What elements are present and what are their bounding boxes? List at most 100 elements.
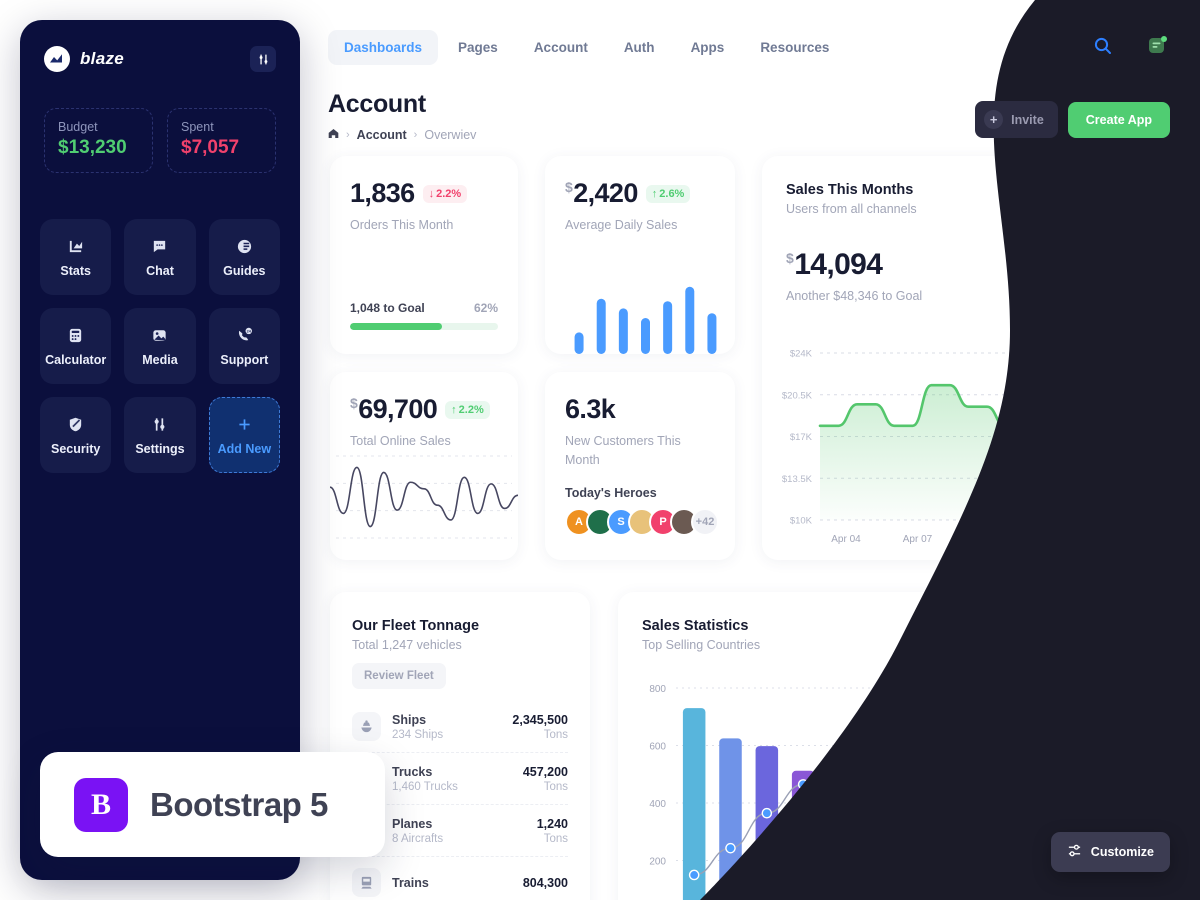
header-actions: + Invite Create App — [975, 101, 1170, 138]
plus-icon — [236, 415, 253, 435]
sidebar-item-label: Calculator — [45, 352, 107, 367]
sidebar-item-add-new[interactable]: Add New — [208, 397, 280, 473]
chat-bubble-icon — [151, 237, 168, 257]
sidebar-item-label: Security — [50, 441, 101, 456]
nav-item-dashboards[interactable]: Dashboards — [328, 30, 439, 65]
create-app-button[interactable]: Create App — [1067, 101, 1170, 138]
search-icon[interactable] — [1090, 33, 1116, 59]
brand[interactable]: blaze — [44, 46, 124, 72]
bootstrap-logo-icon: B — [74, 777, 128, 832]
sales-month-title: Sales This Months — [786, 182, 914, 198]
sliders-icon[interactable] — [250, 46, 276, 72]
breadcrumb-separator-2: › — [413, 129, 418, 141]
calculator-icon — [67, 326, 84, 346]
spent-box[interactable]: Spent $7,057 — [167, 108, 276, 173]
stats-title: Sales Statistics — [642, 618, 749, 634]
heroes-title: Today's Heroes — [565, 486, 657, 500]
sidebar-item-label: Guides — [223, 263, 266, 278]
table-row[interactable]: Ships 234 Ships 2,345,500 Tons — [352, 701, 568, 753]
sliders-icon — [151, 415, 168, 435]
customize-button[interactable]: Customize — [1050, 832, 1170, 872]
arrow-up-icon: ↑ — [651, 187, 658, 200]
svg-text:80%: 80% — [1124, 743, 1144, 754]
sidebar-item-guides[interactable]: Guides — [208, 219, 280, 295]
fleet-subtitle: Total 1,247 vehicles — [352, 638, 462, 652]
customers-value: 6.3k — [565, 394, 616, 424]
nav-item-pages[interactable]: Pages — [442, 30, 514, 65]
fleet-row-name: Trains — [392, 875, 429, 890]
nav-item-resources[interactable]: Resources — [744, 30, 845, 65]
average-daily-sales-sparkbars — [574, 286, 717, 354]
budget-value: $13,230 — [58, 137, 127, 158]
orders-label: Orders This Month — [350, 218, 454, 232]
ellipsis-icon[interactable]: ••• — [1130, 174, 1152, 196]
svg-text:Apr 13: Apr 13 — [1046, 534, 1076, 545]
orders-delta-badge: ↓ 2.2% — [422, 184, 468, 203]
fleet-row-count: 8 Aircrafts — [392, 832, 444, 845]
arrow-down-icon: ↓ — [428, 187, 435, 200]
svg-text:800: 800 — [649, 684, 666, 695]
svg-text:$10K: $10K — [790, 516, 813, 527]
svg-text:Apr 04: Apr 04 — [831, 534, 861, 545]
sidebar-item-security[interactable]: Security — [40, 397, 112, 473]
daily-value: 2,420 — [573, 178, 638, 208]
sales-this-months-area: $24K $20.5K $17K $13.5K $10K Apr 04 Apr 07 Apr … — [782, 349, 1156, 545]
sidebar-item-support[interactable]: 24 Support — [208, 308, 280, 384]
top-right-icons — [1090, 33, 1170, 59]
table-row[interactable]: Trains 804,300 — [352, 857, 568, 900]
home-icon[interactable] — [328, 128, 339, 142]
dashboard-root: Dashboards Pages Account Auth Apps Resou… — [0, 0, 1200, 900]
invite-button[interactable]: + Invite — [975, 101, 1058, 138]
fleet-title: Our Fleet Tonnage — [352, 618, 480, 634]
sidebar-item-stats[interactable]: Stats — [40, 219, 112, 295]
sidebar-item-label: Support — [220, 352, 269, 367]
nav-item-auth[interactable]: Auth — [608, 30, 671, 65]
top-navigation: Dashboards Pages Account Auth Apps Resou… — [328, 30, 845, 65]
page-title: Account — [328, 90, 426, 118]
currency-symbol: $ — [565, 179, 573, 195]
sidebar-item-media[interactable]: Media — [124, 308, 196, 384]
sales-month-value: 14,094 — [794, 248, 883, 281]
nav-item-account[interactable]: Account — [518, 30, 604, 65]
card-sales-this-months: Sales This Months Users from all channel… — [762, 156, 1170, 560]
online-value: 69,700 — [358, 394, 438, 424]
sidebar-item-label: Media — [142, 352, 178, 367]
brand-name: blaze — [80, 49, 125, 68]
fleet-row-value: 2,345,500 — [512, 712, 568, 727]
bar-chart-icon — [67, 237, 84, 257]
customize-label: Customize — [1090, 845, 1154, 859]
orders-delta-value: 2.2% — [436, 187, 462, 200]
daily-delta-badge: ↑ 2.6% — [645, 184, 691, 203]
breadcrumb: › Account › Overwiev — [328, 128, 476, 142]
ellipsis-icon[interactable]: ••• — [1130, 610, 1152, 632]
nav-item-apps[interactable]: Apps — [675, 30, 741, 65]
sidebar-item-calculator[interactable]: Calculator — [40, 308, 112, 384]
online-value-wrap: $69,700 — [350, 394, 438, 424]
daily-delta-value: 2.6% — [659, 187, 685, 200]
sliders-icon — [1067, 843, 1082, 861]
svg-text:Apr 07: Apr 07 — [903, 534, 933, 545]
svg-text:Apr 10: Apr 10 — [974, 534, 1004, 545]
svg-text:60%: 60% — [1124, 784, 1144, 795]
budget-summary: Budget $13,230 Spent $7,057 — [20, 72, 300, 173]
fleet-row-value: 457,200 — [522, 764, 568, 779]
support-24-icon: 24 — [236, 326, 253, 346]
avatar-more-count[interactable]: +42 — [691, 508, 719, 536]
spent-value: $7,057 — [181, 137, 240, 158]
breadcrumb-item-account[interactable]: Account — [357, 128, 407, 142]
sidebar-item-chat[interactable]: Chat — [124, 219, 196, 295]
book-icon — [236, 237, 253, 257]
card-total-online-sales: $69,700 ↑ 2.2% Total Online Sales — [330, 372, 518, 560]
orders-goal-percent: 62% — [473, 301, 498, 315]
image-icon — [151, 326, 168, 346]
sidebar: blaze Budget $13,230 Spent $7,057 Stats … — [20, 20, 300, 880]
budget-label: Budget — [58, 120, 98, 134]
sidebar-item-settings[interactable]: Settings — [124, 397, 196, 473]
page-header: Account › Account › Overwiev — [328, 90, 476, 142]
budget-box[interactable]: Budget $13,230 — [44, 108, 153, 173]
arrow-up-icon: ↑ — [451, 403, 457, 416]
review-fleet-button[interactable]: Review Fleet — [352, 663, 446, 689]
fleet-row-value: 1,240 — [536, 816, 568, 831]
notes-icon[interactable] — [1144, 33, 1170, 59]
card-orders-this-month: 1,836 ↓ 2.2% Orders This Month 1,048 to … — [330, 156, 518, 354]
